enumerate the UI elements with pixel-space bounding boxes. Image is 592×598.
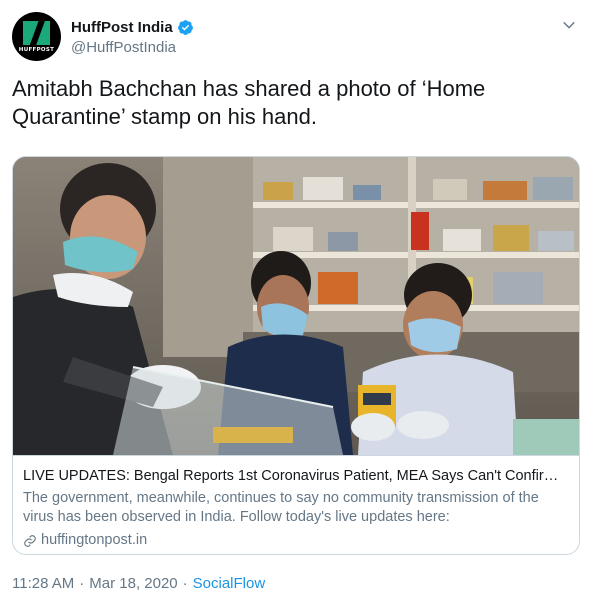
- card-domain[interactable]: huffingtonpost.in: [23, 531, 569, 550]
- card-photo: [13, 157, 579, 455]
- card-domain-text[interactable]: huffingtonpost.in: [41, 531, 147, 550]
- tweet-text: Amitabh Bachchan has shared a photo of ‘…: [12, 76, 486, 129]
- link-icon: [24, 534, 36, 547]
- tweet-source-link[interactable]: SocialFlow: [193, 575, 266, 592]
- meta-separator: ·: [79, 575, 85, 592]
- link-card[interactable]: LIVE UPDATES: Bengal Reports 1st Coronav…: [12, 156, 580, 555]
- tweet-time[interactable]: 11:28 AM: [12, 575, 74, 592]
- chevron-down-icon[interactable]: [560, 16, 578, 34]
- meta-separator: ·: [182, 575, 188, 592]
- tweet-header: HUFFPOST HuffPost India @HuffPostIndia: [12, 12, 580, 62]
- display-name[interactable]: HuffPost India: [71, 19, 173, 36]
- tweet-date[interactable]: Mar 18, 2020: [89, 575, 177, 592]
- account-names: HuffPost India @HuffPostIndia: [71, 17, 194, 56]
- avatar[interactable]: HUFFPOST: [12, 12, 61, 61]
- card-image[interactable]: [13, 157, 579, 455]
- tweet-meta: 11:28 AM · Mar 18, 2020 · SocialFlow: [12, 575, 265, 592]
- card-title[interactable]: LIVE UPDATES: Bengal Reports 1st Coronav…: [23, 467, 569, 486]
- card-description: The government, meanwhile, continues to …: [23, 490, 539, 525]
- verified-badge-icon: [177, 19, 193, 35]
- avatar-logo-text: HUFFPOST: [18, 47, 55, 53]
- account-handle[interactable]: @HuffPostIndia: [71, 39, 194, 56]
- card-body[interactable]: LIVE UPDATES: Bengal Reports 1st Coronav…: [13, 455, 579, 554]
